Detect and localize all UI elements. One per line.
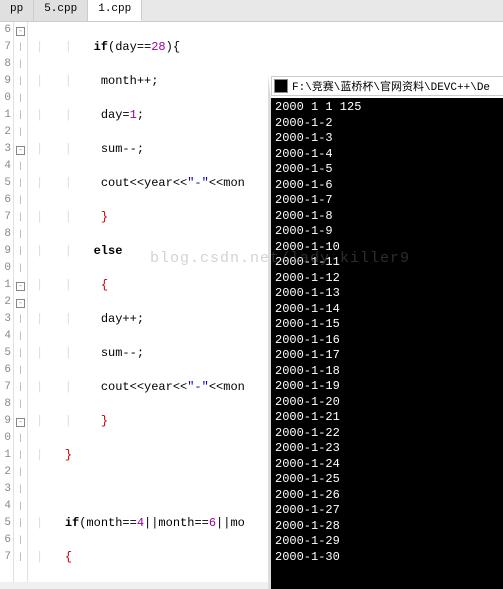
tab-5cpp[interactable]: 5.cpp [34, 0, 88, 21]
console-titlebar[interactable]: F:\竞赛\蓝桥杯\官网资料\DEVC++\De [271, 76, 503, 96]
console-window[interactable]: F:\竞赛\蓝桥杯\官网资料\DEVC++\De 2000 1 1 125200… [268, 76, 503, 589]
line-number-gutter: 67890123456789012345678901234567 [0, 22, 14, 582]
fold-toggle-icon[interactable]: - [16, 27, 25, 36]
console-output: 2000 1 1 1252000-1-22000-1-32000-1-42000… [271, 98, 503, 567]
tab-bar: pp 5.cpp 1.cpp [0, 0, 503, 22]
fold-toggle-icon[interactable]: - [16, 146, 25, 155]
fold-toggle-icon[interactable]: - [16, 299, 25, 308]
tab-pp[interactable]: pp [0, 0, 34, 21]
console-title-text: F:\竞赛\蓝桥杯\官网资料\DEVC++\De [292, 78, 490, 94]
fold-toggle-icon[interactable]: - [16, 282, 25, 291]
tab-1cpp[interactable]: 1.cpp [88, 0, 142, 21]
console-icon [274, 79, 288, 93]
fold-toggle-icon[interactable]: - [16, 418, 25, 427]
fold-gutter: - |||||| - |||||| | - - |||||| - |||||||… [14, 22, 28, 582]
